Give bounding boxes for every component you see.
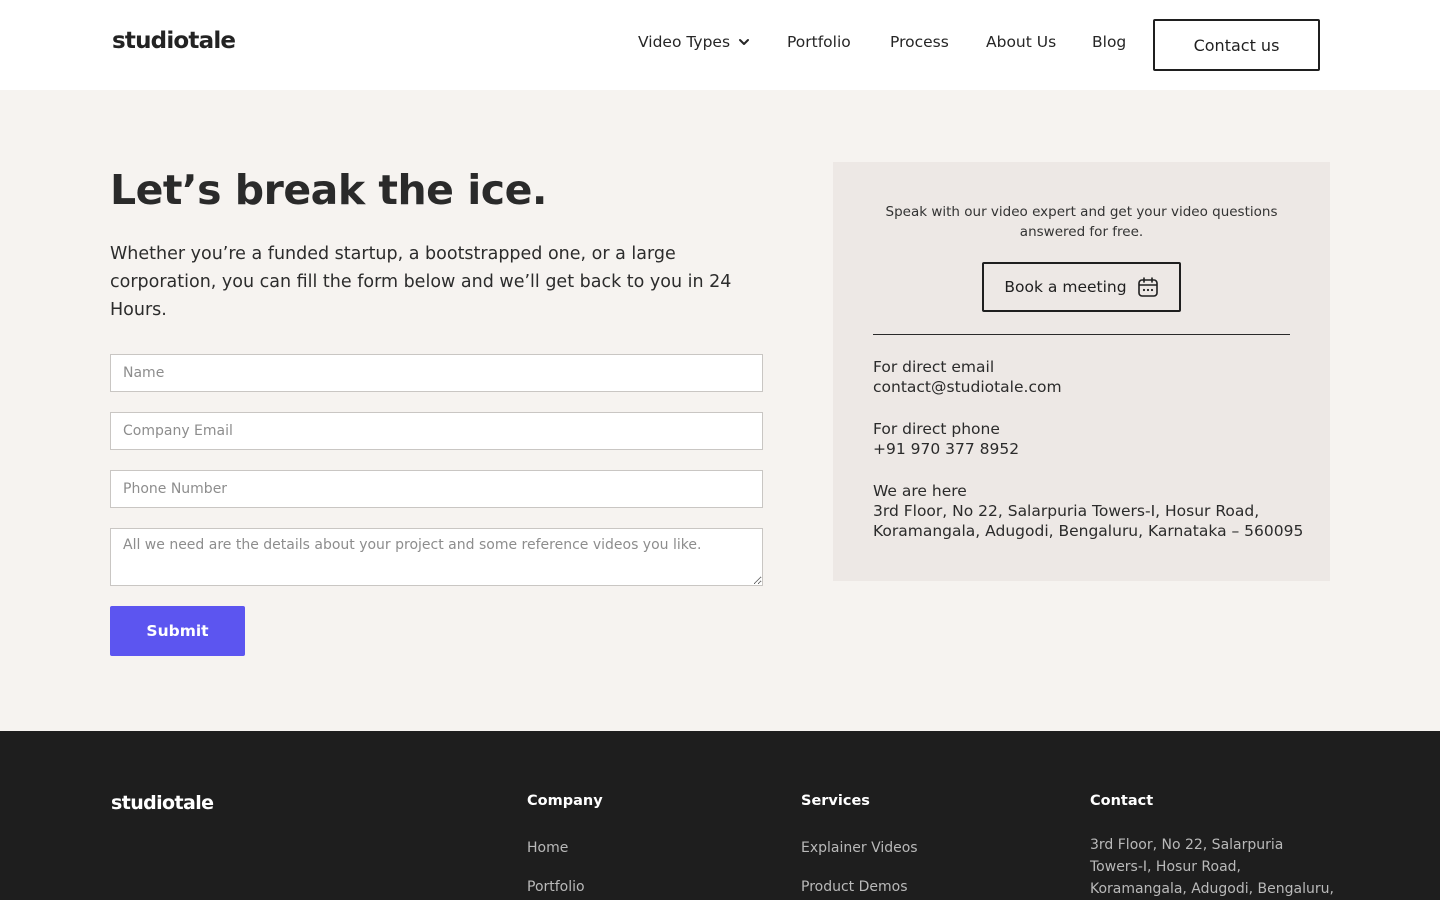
- footer-services-heading: Services: [801, 793, 870, 809]
- contact-card: Speak with our video expert and get your…: [833, 162, 1330, 581]
- company-email-input[interactable]: [110, 412, 763, 450]
- phone-number-input[interactable]: [110, 470, 763, 508]
- nav-about-us[interactable]: About Us: [986, 33, 1056, 51]
- nav-blog[interactable]: Blog: [1092, 33, 1126, 51]
- site-header: studiotale Video Types Portfolio Process…: [0, 0, 1440, 90]
- direct-phone-block: For direct phone +91 970 377 8952: [873, 419, 1019, 459]
- card-lead-text: Speak with our video expert and get your…: [885, 204, 1278, 240]
- nav-video-types[interactable]: Video Types: [638, 33, 750, 51]
- name-input[interactable]: [110, 354, 763, 392]
- footer-logo[interactable]: studiotale: [111, 792, 214, 814]
- footer-contact-address: 3rd Floor, No 22, Salarpuria Towers-I, H…: [1090, 837, 1334, 897]
- address-value: 3rd Floor, No 22, Salarpuria Towers-I, H…: [873, 502, 1304, 540]
- logo[interactable]: studiotale: [112, 28, 236, 54]
- site-footer: studiotale Company Home Portfolio Servic…: [0, 731, 1440, 900]
- direct-phone-label: For direct phone: [873, 420, 1000, 438]
- address-label: We are here: [873, 482, 967, 500]
- contact-us-button[interactable]: Contact us: [1153, 19, 1320, 71]
- card-divider: [873, 334, 1290, 335]
- book-meeting-label: Book a meeting: [1004, 278, 1127, 296]
- footer-link-portfolio[interactable]: Portfolio: [527, 879, 585, 895]
- page-title: Let’s break the ice.: [110, 166, 547, 214]
- submit-button[interactable]: Submit: [110, 606, 245, 656]
- direct-email-block: For direct email contact@studiotale.com: [873, 357, 1062, 397]
- nav-video-types-label: Video Types: [638, 33, 731, 51]
- address-block: We are here 3rd Floor, No 22, Salarpuria…: [873, 481, 1313, 541]
- direct-email-value[interactable]: contact@studiotale.com: [873, 377, 1062, 397]
- intro-text: Whether you’re a funded startup, a boots…: [110, 244, 732, 320]
- nav-portfolio[interactable]: Portfolio: [787, 33, 851, 51]
- footer-contact-heading: Contact: [1090, 793, 1154, 809]
- calendar-icon: [1137, 277, 1158, 297]
- footer-link-explainer-videos[interactable]: Explainer Videos: [801, 840, 918, 856]
- footer-link-home[interactable]: Home: [527, 840, 568, 856]
- nav-process[interactable]: Process: [890, 33, 949, 51]
- footer-company-heading: Company: [527, 793, 603, 809]
- footer-link-product-demos[interactable]: Product Demos: [801, 879, 908, 895]
- project-details-textarea[interactable]: [110, 528, 763, 586]
- book-meeting-button[interactable]: Book a meeting: [982, 262, 1181, 312]
- chevron-down-icon: [739, 39, 750, 45]
- direct-phone-value[interactable]: +91 970 377 8952: [873, 439, 1019, 459]
- direct-email-label: For direct email: [873, 358, 995, 376]
